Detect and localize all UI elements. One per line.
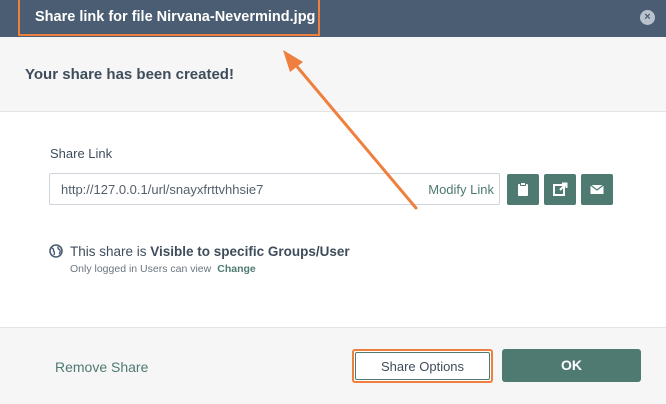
success-banner: Your share has been created!	[0, 37, 666, 112]
annotation-highlight-box	[18, 0, 320, 36]
visibility-status: This share is Visible to specific Groups…	[70, 244, 350, 259]
globe-icon	[49, 244, 63, 258]
visibility-subtext: Only logged in Users can view Change	[70, 263, 256, 275]
visibility-value: Visible to specific Groups/User	[150, 244, 350, 259]
share-options-button[interactable]: Share Options	[352, 349, 493, 383]
ok-button[interactable]: OK	[502, 349, 641, 382]
email-link-button[interactable]	[581, 174, 613, 205]
envelope-icon	[590, 184, 604, 194]
clipboard-icon	[518, 182, 528, 196]
remove-share-button[interactable]: Remove Share	[55, 359, 148, 375]
dialog-footer: Remove Share Share Options OK	[0, 327, 666, 404]
share-link-url[interactable]: http://127.0.0.1/url/snayxfrttvhhsie7	[61, 182, 263, 197]
external-link-icon	[553, 182, 568, 196]
close-icon[interactable]: ×	[640, 10, 655, 25]
open-link-button[interactable]	[544, 174, 576, 205]
share-options-label: Share Options	[380, 359, 465, 374]
visibility-sub-label: Only logged in Users can view	[70, 263, 212, 275]
change-visibility-link[interactable]: Change	[217, 263, 256, 275]
share-link-input[interactable]: http://127.0.0.1/url/snayxfrttvhhsie7 Mo…	[49, 173, 500, 205]
share-link-label: Share Link	[50, 146, 113, 161]
modify-link-button[interactable]: Modify Link	[428, 182, 494, 197]
success-message: Your share has been created!	[25, 66, 234, 83]
share-dialog: Share link for file Nirvana-Nevermind.jp…	[0, 0, 666, 404]
copy-to-clipboard-button[interactable]	[507, 174, 539, 205]
visibility-prefix: This share is	[70, 244, 151, 259]
